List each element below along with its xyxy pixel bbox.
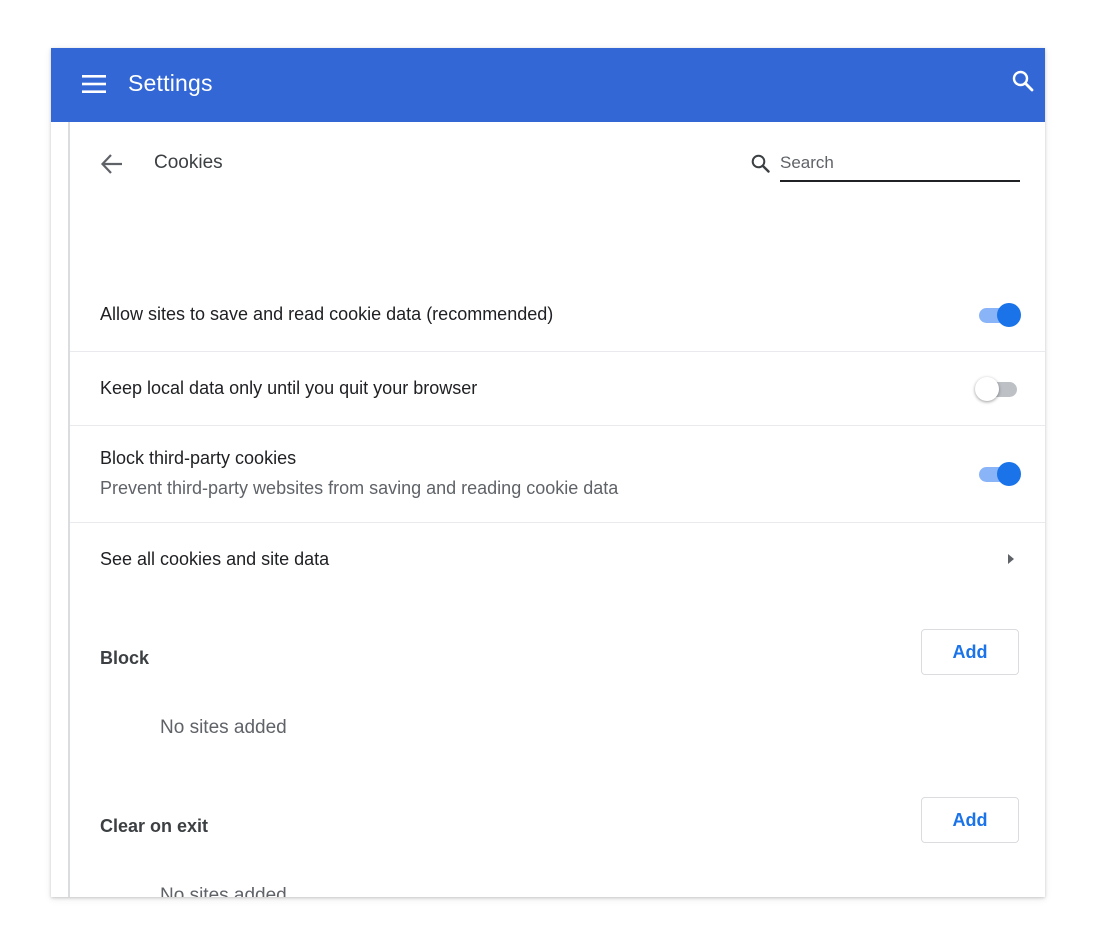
add-clear-on-exit-site-button[interactable]: Add bbox=[921, 797, 1019, 843]
page-title: Cookies bbox=[154, 152, 223, 173]
search-icon[interactable] bbox=[1011, 69, 1035, 93]
toggle-knob bbox=[997, 462, 1021, 486]
page-header: Cookies bbox=[70, 122, 1045, 232]
settings-window: Settings Cookies Search Allow sites to s… bbox=[51, 48, 1045, 897]
setting-sublabel: Prevent third-party websites from saving… bbox=[100, 478, 619, 498]
block-third-party-toggle[interactable] bbox=[975, 461, 1021, 487]
setting-label: Allow sites to save and read cookie data… bbox=[100, 304, 554, 324]
chevron-right-icon bbox=[1005, 552, 1017, 566]
cookies-page: Cookies Allow sites to save and read coo… bbox=[68, 122, 1045, 897]
app-title: Settings bbox=[128, 70, 213, 96]
allow-cookies-toggle[interactable] bbox=[975, 302, 1021, 328]
setting-row-block-third-party: Block third-party cookies Prevent third-… bbox=[70, 426, 1045, 523]
see-all-cookies-link[interactable]: See all cookies and site data bbox=[70, 523, 1045, 595]
toggle-knob bbox=[997, 303, 1021, 327]
keep-local-data-toggle[interactable] bbox=[975, 376, 1021, 402]
clear-on-exit-section-title: Clear on exit bbox=[100, 816, 209, 836]
clear-on-exit-empty-text: No sites added bbox=[160, 885, 287, 897]
setting-row-keep-local-data: Keep local data only until you quit your… bbox=[70, 352, 1045, 426]
setting-row-allow-cookies: Allow sites to save and read cookie data… bbox=[70, 278, 1045, 352]
block-empty-text: No sites added bbox=[160, 717, 287, 738]
search-input[interactable] bbox=[780, 148, 1020, 182]
block-section-title: Block bbox=[100, 648, 150, 668]
top-app-bar: Settings bbox=[51, 48, 1045, 122]
setting-label: Keep local data only until you quit your… bbox=[100, 378, 478, 398]
menu-icon[interactable] bbox=[82, 72, 106, 96]
add-block-site-button[interactable]: Add bbox=[921, 629, 1019, 675]
setting-label: Block third-party cookies bbox=[100, 448, 297, 468]
arrow-back-icon[interactable] bbox=[98, 150, 126, 178]
page-search bbox=[750, 148, 1022, 182]
see-all-cookies-label: See all cookies and site data bbox=[100, 549, 330, 569]
search-icon bbox=[750, 153, 772, 175]
toggle-knob bbox=[975, 377, 999, 401]
